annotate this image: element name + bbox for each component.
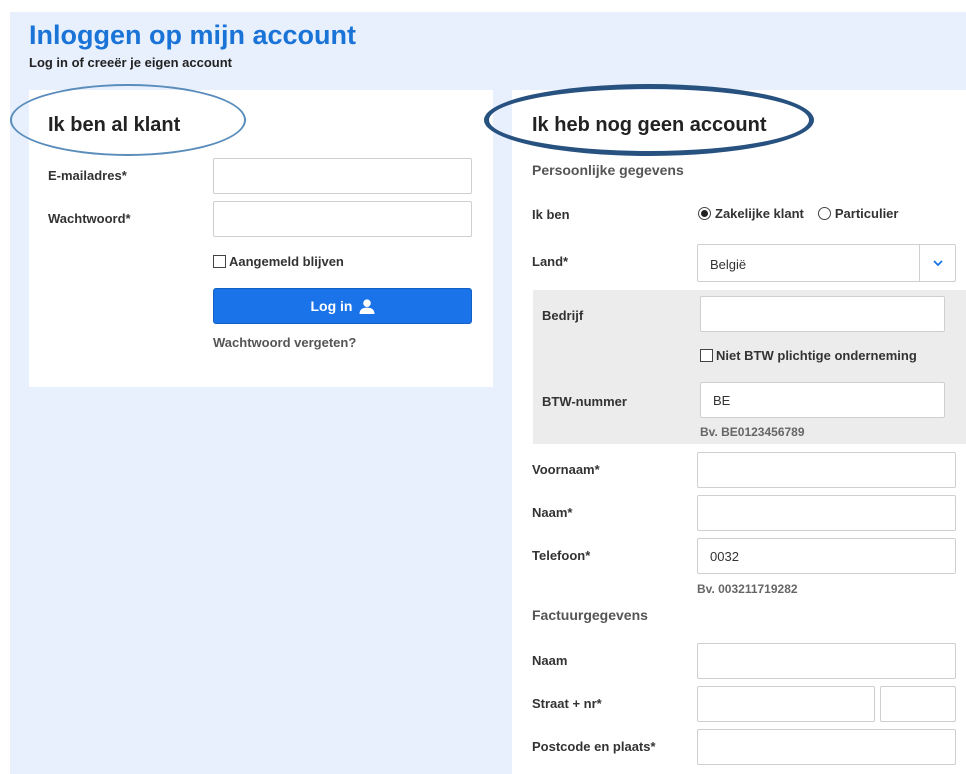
street-input[interactable] <box>697 686 875 722</box>
vat-label: BTW-nummer <box>542 394 627 409</box>
checkbox-box[interactable] <box>213 255 226 268</box>
lastname-label: Naam* <box>532 505 573 520</box>
radio-business[interactable]: Zakelijke klant <box>698 206 804 221</box>
company-box: Bedrijf Niet BTW plichtige onderneming B… <box>533 290 966 444</box>
annotation-ellipse-left <box>10 84 246 156</box>
chevron-down-icon[interactable] <box>919 245 955 281</box>
firstname-input[interactable] <box>697 452 956 488</box>
email-label: E-mailadres* <box>48 168 127 183</box>
no-vat-checkbox[interactable]: Niet BTW plichtige onderneming <box>700 348 917 363</box>
register-card: Ik heb nog geen account Persoonlijke geg… <box>512 90 966 774</box>
radio-private-dot[interactable] <box>817 207 831 220</box>
billing-section-title: Factuurgegevens <box>532 607 648 623</box>
radio-private-label: Particulier <box>834 206 899 221</box>
vat-input[interactable] <box>700 382 945 418</box>
company-input[interactable] <box>700 296 945 332</box>
login-button-label: Log in <box>310 298 353 314</box>
land-select[interactable]: België <box>697 244 956 282</box>
company-label: Bedrijf <box>542 308 584 323</box>
radio-business-dot[interactable] <box>698 207 711 220</box>
lastname-input[interactable] <box>697 495 956 531</box>
phone-hint: Bv. 003211719282 <box>697 582 798 596</box>
land-select-value: België <box>710 257 747 272</box>
postcode-label: Postcode en plaats* <box>532 739 656 754</box>
password-label: Wachtwoord* <box>48 211 131 226</box>
no-vat-label: Niet BTW plichtige onderneming <box>716 348 917 363</box>
login-button[interactable]: Log in <box>213 288 472 324</box>
customer-type-group: Zakelijke klant Particulier <box>698 206 898 221</box>
vat-hint: Bv. BE0123456789 <box>700 425 805 439</box>
street-label: Straat + nr* <box>532 696 602 711</box>
remember-me-label: Aangemeld blijven <box>229 254 344 269</box>
house-number-input[interactable] <box>880 686 956 722</box>
radio-business-label: Zakelijke klant <box>715 206 804 221</box>
checkbox-box[interactable] <box>700 349 713 362</box>
postcode-input[interactable] <box>697 729 956 765</box>
page-title: Inloggen op mijn account <box>29 20 356 50</box>
billing-name-input[interactable] <box>697 643 956 679</box>
user-icon <box>359 298 374 314</box>
remember-me-checkbox[interactable]: Aangemeld blijven <box>213 254 344 269</box>
firstname-label: Voornaam* <box>532 462 600 477</box>
personal-section-title: Persoonlijke gegevens <box>532 162 684 178</box>
radio-private[interactable]: Particulier <box>817 206 899 221</box>
ik-ben-label: Ik ben <box>532 207 570 222</box>
land-label: Land* <box>532 254 569 269</box>
annotation-ellipse-right <box>484 84 814 156</box>
email-input[interactable] <box>213 158 472 194</box>
password-input[interactable] <box>213 201 472 237</box>
phone-label: Telefoon* <box>532 548 591 563</box>
phone-input[interactable] <box>697 538 956 574</box>
page-subtitle: Log in of creeër je eigen account <box>29 55 232 70</box>
billing-name-label: Naam <box>532 653 568 668</box>
forgot-password-link[interactable]: Wachtwoord vergeten? <box>213 335 356 350</box>
